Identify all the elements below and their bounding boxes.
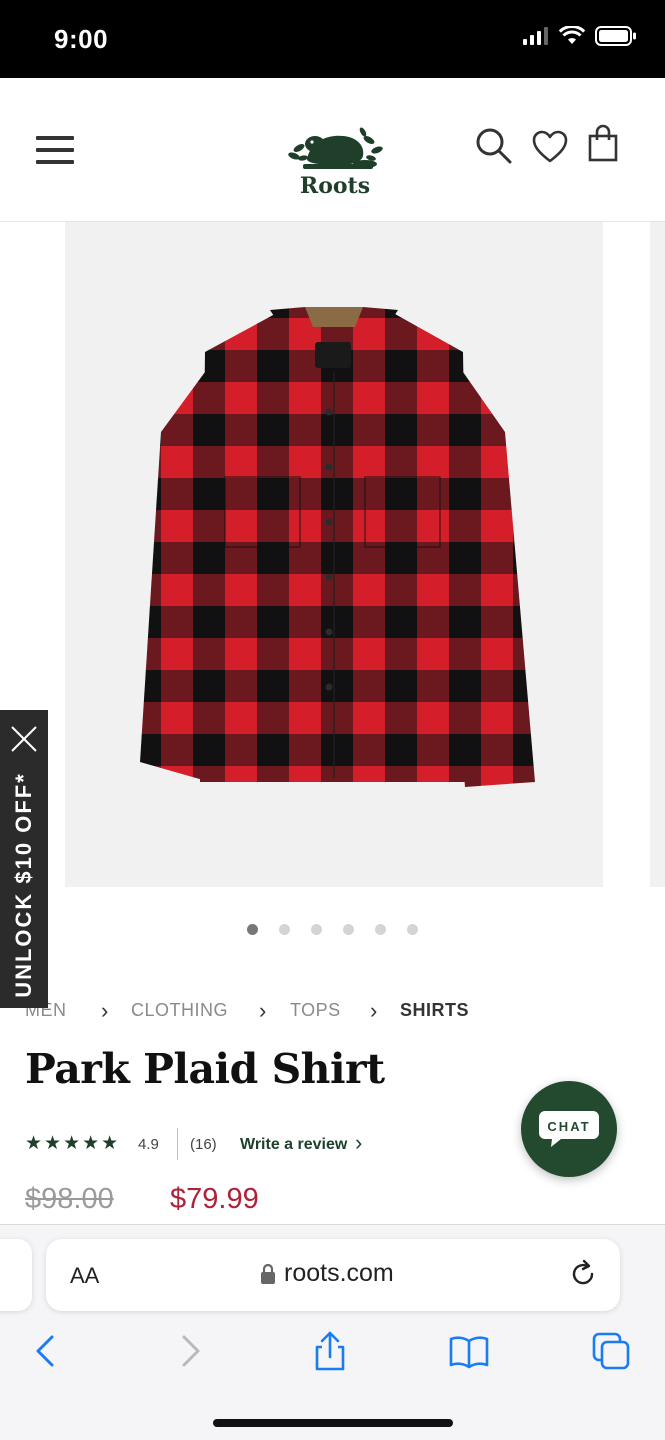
logo-text: Roots <box>299 173 371 199</box>
gallery-dot[interactable] <box>407 924 418 935</box>
wishlist-button[interactable] <box>532 130 572 170</box>
breadcrumb-shirts[interactable]: SHIRTS <box>400 1000 469 1021</box>
close-icon[interactable] <box>9 724 39 754</box>
beaver-logo-icon <box>288 127 383 169</box>
tabs-icon[interactable] <box>589 1329 633 1373</box>
breadcrumb-clothing[interactable]: CLOTHING <box>131 1000 228 1021</box>
rating-value: 4.9 <box>138 1136 159 1153</box>
gallery-dot[interactable] <box>279 924 290 935</box>
gallery-dot[interactable] <box>375 924 386 935</box>
star-rating-icon: ★★★★★ <box>25 1133 121 1154</box>
chevron-right-icon: › <box>259 998 267 1023</box>
next-image-peek[interactable] <box>650 222 665 887</box>
bag-icon <box>588 124 618 162</box>
signal-icon <box>523 27 548 45</box>
rating-row: ★★★★★ 4.9 (16) Write a review › <box>25 1128 475 1160</box>
chat-button[interactable]: CHAT <box>521 1081 617 1177</box>
reload-icon[interactable] <box>568 1259 598 1289</box>
menu-button[interactable] <box>30 136 80 176</box>
write-review-link[interactable]: Write a review <box>240 1136 347 1154</box>
chevron-right-icon[interactable]: › <box>355 1130 362 1156</box>
battery-icon <box>595 26 636 46</box>
divider <box>177 1128 178 1160</box>
search-icon <box>476 128 512 164</box>
previous-tab-peek[interactable] <box>0 1239 32 1311</box>
chat-bubble-icon: CHAT <box>539 1111 599 1147</box>
heart-icon <box>532 130 568 163</box>
forward-icon[interactable] <box>168 1329 212 1373</box>
share-icon[interactable] <box>308 1329 352 1373</box>
chevron-right-icon: › <box>101 998 109 1023</box>
product-image[interactable] <box>65 222 603 887</box>
plaid-shirt-image <box>140 307 535 787</box>
url-text: roots.com <box>284 1259 394 1287</box>
menu-icon <box>36 136 74 140</box>
review-count[interactable]: (16) <box>190 1136 217 1153</box>
chat-label: CHAT <box>547 1119 590 1134</box>
wifi-icon <box>559 26 585 44</box>
bag-button[interactable] <box>586 124 626 164</box>
home-indicator <box>213 1419 453 1427</box>
browser-bottom-bar: AA roots.com <box>0 1224 665 1440</box>
back-icon[interactable] <box>24 1329 68 1373</box>
address-bar[interactable]: AA roots.com <box>46 1239 620 1311</box>
promo-label: UNLOCK $10 OFF* <box>11 772 36 998</box>
status-icons <box>523 26 637 46</box>
search-button[interactable] <box>474 126 514 166</box>
reader-options-button[interactable]: AA <box>70 1263 99 1289</box>
breadcrumb-tops[interactable]: TOPS <box>290 1000 341 1021</box>
status-time: 9:00 <box>54 24 109 54</box>
status-bar: 9:00 <box>0 0 665 78</box>
original-price: $98.00 <box>25 1183 114 1215</box>
sale-price: $79.99 <box>170 1183 259 1215</box>
site-header: Roots <box>0 78 665 222</box>
gallery-pagination <box>0 924 665 938</box>
url-display[interactable]: roots.com <box>260 1259 394 1288</box>
chevron-right-icon: › <box>370 998 378 1023</box>
gallery-dot[interactable] <box>311 924 322 935</box>
bookmarks-icon[interactable] <box>447 1329 491 1373</box>
unlock-discount-tab[interactable]: UNLOCK $10 OFF* <box>0 710 48 1008</box>
product-gallery[interactable] <box>0 222 665 890</box>
gallery-dot[interactable] <box>343 924 354 935</box>
product-title: Park Plaid Shirt <box>25 1045 385 1093</box>
lock-icon <box>261 1263 275 1284</box>
gallery-dot[interactable] <box>247 924 258 935</box>
roots-logo[interactable]: Roots <box>280 120 390 200</box>
